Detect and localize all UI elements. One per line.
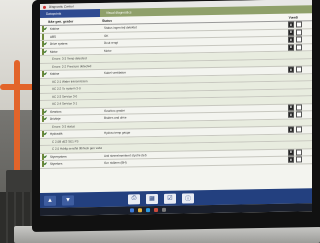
row-label: Errors: 2-2 Pressure detected xyxy=(52,63,92,69)
row-value-field[interactable] xyxy=(296,126,302,133)
checkbox-icon[interactable]: ☑ xyxy=(164,193,176,204)
up-arrow-icon[interactable]: ▲ xyxy=(44,195,56,206)
row-controls: ▮ xyxy=(206,156,312,165)
row-label: Drivlinje xyxy=(50,116,61,122)
row-action-icon[interactable]: ▮ xyxy=(288,149,294,156)
row-checkbox[interactable] xyxy=(42,41,44,48)
row-label: Kabine xyxy=(50,71,60,77)
row-action-icon[interactable]: ▮ xyxy=(288,156,294,163)
tab-datapoints[interactable]: Datapoints xyxy=(40,8,100,18)
row-status: Kabel ventilation xyxy=(104,70,127,76)
row-action-icon[interactable]: ▮ xyxy=(288,44,294,51)
row-status xyxy=(102,64,206,66)
row-label: ABS xyxy=(50,34,57,39)
window-title: Diagnostic Control xyxy=(49,4,74,9)
column-header-status: Status xyxy=(102,18,113,23)
row-controls xyxy=(206,55,312,57)
row-action-icon[interactable]: ▮ xyxy=(288,111,294,118)
row-label: AC 2:4 Service 3-1 xyxy=(52,101,78,107)
row-checkbox[interactable] xyxy=(42,33,44,40)
row-value-field[interactable] xyxy=(296,36,302,43)
row-status: Dout rengt xyxy=(104,40,119,46)
row-controls xyxy=(206,145,312,147)
row-checkbox[interactable] xyxy=(42,153,44,160)
row-value-field[interactable] xyxy=(296,149,302,156)
row-action-icon[interactable]: ▮ xyxy=(288,126,294,133)
row-checkbox[interactable] xyxy=(42,108,44,115)
row-value-field[interactable] xyxy=(296,29,302,36)
column-header-value: Værdi xyxy=(288,14,298,20)
row-action-icon[interactable]: ▮ xyxy=(288,66,294,73)
datapoint-list: Kabine Status ingen fejl detektet ▮ ABS OK ▮ D… xyxy=(40,21,312,169)
row-status xyxy=(102,139,206,141)
row-label: AC 2:3 Service 3-0 xyxy=(52,94,78,99)
row-value-field[interactable] xyxy=(296,44,302,51)
row-controls xyxy=(206,137,312,139)
info-icon[interactable]: ⓘ xyxy=(182,192,194,204)
folder-icon[interactable] xyxy=(138,208,142,213)
row-label: C 2,5 Hdrlig sensfel tilbhvsk gen valve xyxy=(52,146,102,152)
row-status: Status ingen fejl detektet xyxy=(104,25,137,31)
row-status: Hydrau temp gauge xyxy=(104,130,131,136)
row-status: Motor xyxy=(104,48,112,53)
row-status xyxy=(102,146,206,148)
column-header-name: Ikke gen. grader xyxy=(48,18,74,24)
row-checkbox[interactable] xyxy=(42,48,44,55)
row-label: Errors: 3-3 status xyxy=(52,124,76,129)
orange-pipe-vertical xyxy=(14,60,20,180)
row-action-icon[interactable]: ▮ xyxy=(288,29,294,36)
row-label: AC 2:1 Water transmission xyxy=(52,78,88,84)
row-label: AC 2:2 To system 3-0 xyxy=(52,86,81,92)
row-label: Kabine xyxy=(50,26,60,32)
row-status: Gearbox grader xyxy=(104,108,126,113)
row-controls xyxy=(206,62,312,64)
laptop-screen: Diagnostic Control Datapoints Visual dia… xyxy=(40,0,312,216)
row-label: Motor xyxy=(50,49,58,54)
row-value-field[interactable] xyxy=(296,156,302,163)
start-icon[interactable] xyxy=(130,208,134,213)
row-label: Errors: 3-3 Temp detected xyxy=(52,56,87,62)
row-status: OK xyxy=(104,33,109,38)
row-status xyxy=(102,86,206,88)
row-controls xyxy=(206,100,312,102)
settings-icon[interactable] xyxy=(162,207,166,212)
row-status: Anti steerelmenteert stystre (tel) xyxy=(104,152,147,158)
photo-scene: Diagnostic Control Datapoints Visual dia… xyxy=(0,0,320,243)
row-label: C 2,5B dE3 SE1 FS xyxy=(52,139,79,144)
app-icon xyxy=(43,5,46,9)
print-icon[interactable]: ⎙ xyxy=(128,193,140,204)
row-status xyxy=(102,79,206,81)
row-status xyxy=(102,124,206,126)
row-checkbox[interactable] xyxy=(42,116,44,123)
row-checkbox[interactable] xyxy=(42,161,44,168)
row-label: Styresystem xyxy=(50,154,67,159)
row-label: Hydraulik xyxy=(50,131,63,137)
down-arrow-icon[interactable]: ▼ xyxy=(62,194,74,206)
row-action-icon[interactable]: ▮ xyxy=(288,21,294,28)
row-controls xyxy=(206,92,312,94)
app-taskbar-icon[interactable] xyxy=(154,207,158,213)
row-controls xyxy=(206,122,312,124)
row-value-field[interactable] xyxy=(296,104,302,111)
grid-icon[interactable]: ▦ xyxy=(146,193,158,204)
browser-icon[interactable] xyxy=(146,208,150,213)
row-status xyxy=(102,94,206,96)
row-value-field[interactable] xyxy=(296,66,302,73)
row-value-field[interactable] xyxy=(296,111,302,118)
row-checkbox[interactable] xyxy=(42,131,44,138)
row-status xyxy=(102,101,206,103)
row-label: Styrelses xyxy=(50,161,63,167)
row-checkbox[interactable] xyxy=(42,71,44,78)
row-checkbox[interactable] xyxy=(42,26,44,33)
row-label: Gearbox xyxy=(50,109,62,114)
row-label: Drive system xyxy=(50,41,68,47)
row-action-icon[interactable]: ▮ xyxy=(288,104,294,111)
row-controls xyxy=(206,85,312,87)
row-status xyxy=(102,56,206,58)
row-status: Brakes and drive xyxy=(104,115,127,121)
row-controls xyxy=(206,77,312,79)
row-status: Ger stdlarm (BH) xyxy=(104,160,127,166)
row-value-field[interactable] xyxy=(296,21,302,28)
row-action-icon[interactable]: ▮ xyxy=(288,36,294,43)
